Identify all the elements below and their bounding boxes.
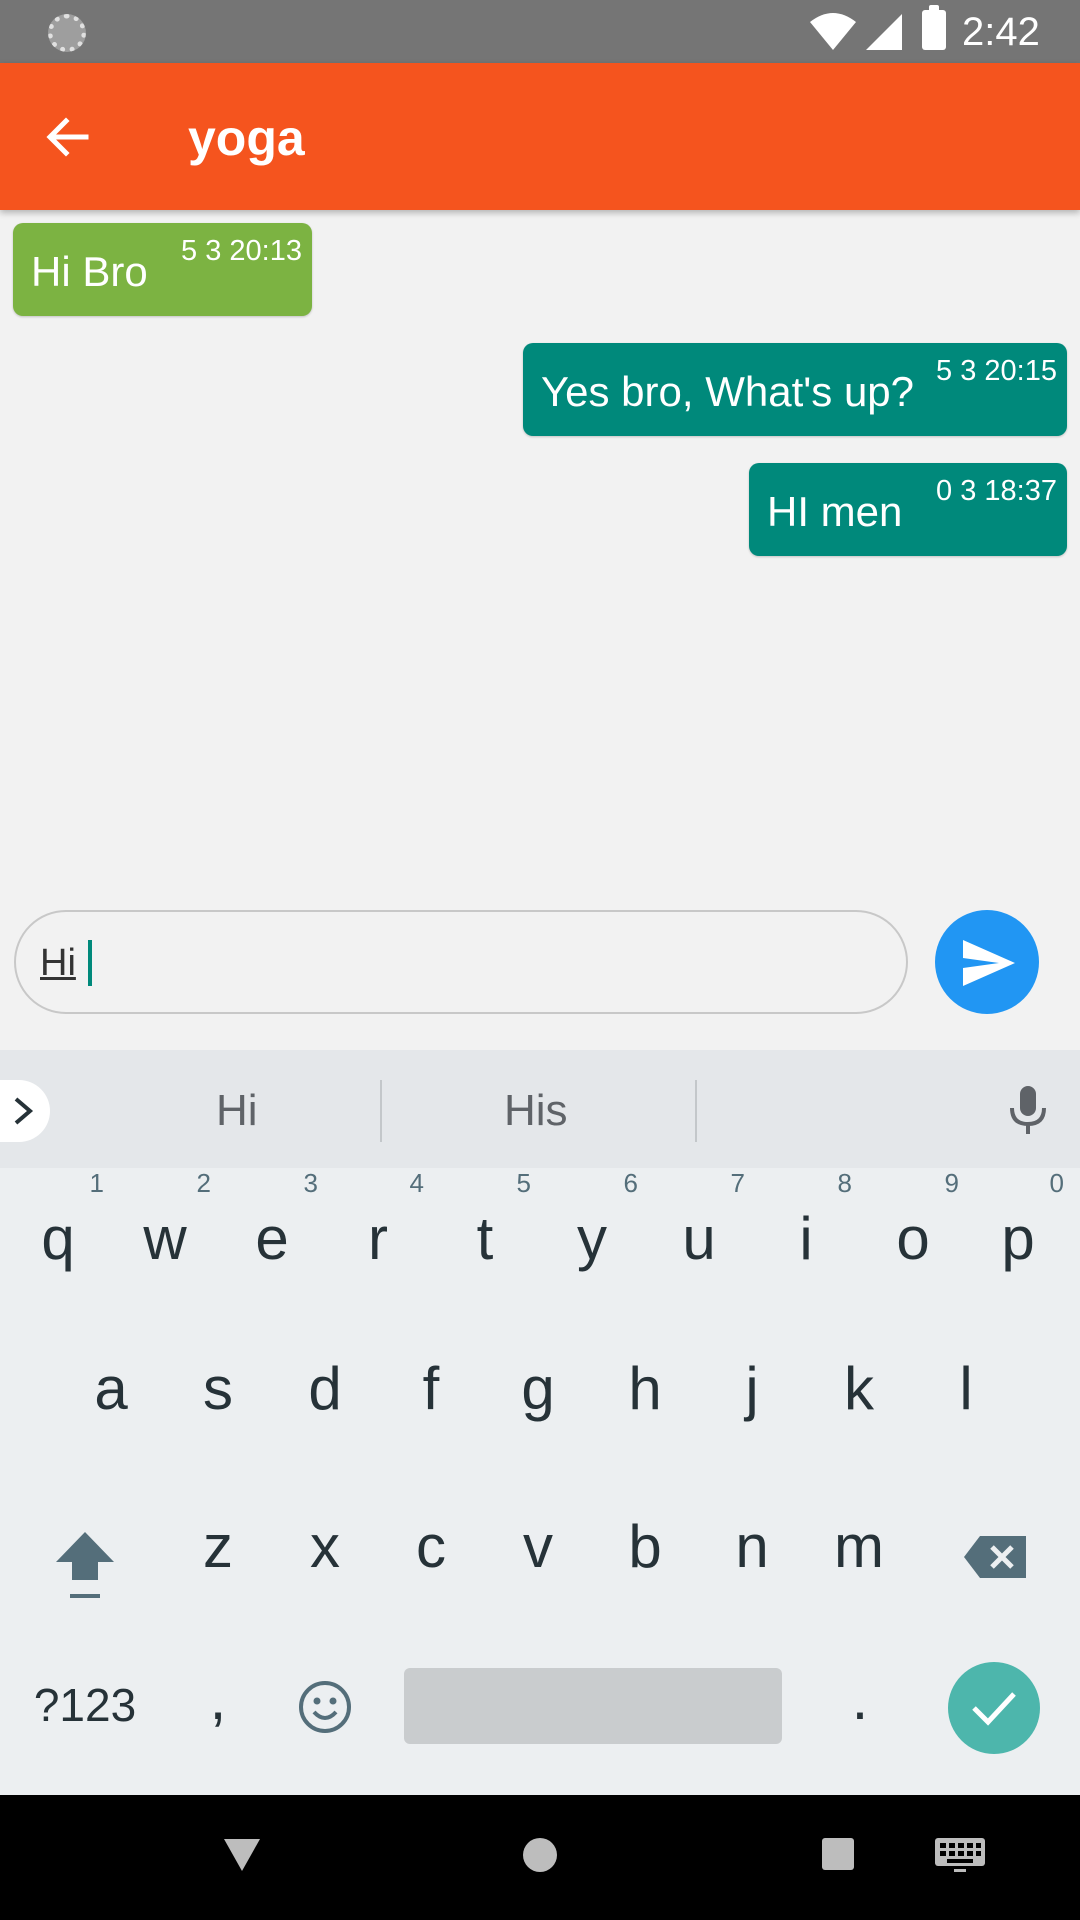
- key-e[interactable]: e3: [222, 1168, 322, 1273]
- emoji-icon[interactable]: [298, 1680, 352, 1734]
- symbols-key[interactable]: ?123: [30, 1678, 140, 1732]
- soft-keyboard: Hi His q1 w2 e3 r4 t5 y6 u7 i8 o9 p0 a s…: [0, 1050, 1080, 1795]
- key-y[interactable]: y6: [542, 1168, 642, 1273]
- shift-icon[interactable]: [52, 1528, 118, 1604]
- text-caret: [88, 940, 92, 986]
- microphone-icon[interactable]: [1006, 1084, 1050, 1136]
- suggestion-divider: [380, 1080, 382, 1142]
- key-g[interactable]: g: [488, 1354, 588, 1423]
- key-w[interactable]: w2: [115, 1168, 215, 1273]
- key-v[interactable]: v: [488, 1512, 588, 1581]
- key-b[interactable]: b: [595, 1512, 695, 1581]
- key-d[interactable]: d: [275, 1354, 375, 1423]
- back-arrow-icon[interactable]: [38, 107, 98, 167]
- message-text: Yes bro, What's up?: [541, 368, 915, 415]
- suggestion-item[interactable]: Hi: [216, 1086, 258, 1136]
- expand-toolbar-button[interactable]: [0, 1080, 50, 1142]
- key-r[interactable]: r4: [328, 1168, 428, 1273]
- space-bar[interactable]: [404, 1668, 782, 1744]
- message-text: Hi Bro: [31, 248, 148, 295]
- chat-title: yoga: [188, 110, 305, 166]
- key-a[interactable]: a: [61, 1354, 161, 1423]
- message-list: Hi Bro 5 3 20:13 Yes bro, What's up? 5 3…: [0, 210, 1080, 900]
- battery-icon: [922, 5, 946, 50]
- enter-button[interactable]: [948, 1662, 1040, 1754]
- message-bubble[interactable]: Yes bro, What's up? 5 3 20:15: [523, 343, 1067, 436]
- wifi-icon: [810, 13, 856, 50]
- message-bubble[interactable]: Hi Bro 5 3 20:13: [13, 223, 312, 316]
- recents-square-icon[interactable]: [821, 1837, 855, 1871]
- navigation-bar: [0, 1795, 1080, 1920]
- message-time: 5 3 20:13: [181, 235, 302, 267]
- back-triangle-icon[interactable]: [222, 1837, 262, 1873]
- key-x[interactable]: x: [275, 1512, 375, 1581]
- chevron-right-icon: [14, 1097, 34, 1125]
- backspace-icon[interactable]: [962, 1534, 1028, 1580]
- key-h[interactable]: h: [595, 1354, 695, 1423]
- message-input-value: Hi: [40, 942, 76, 984]
- key-i[interactable]: i8: [756, 1168, 856, 1273]
- composer: Hi: [0, 900, 1080, 1050]
- key-period[interactable]: .: [810, 1664, 910, 1733]
- key-s[interactable]: s: [168, 1354, 268, 1423]
- status-bar: 2:42: [0, 0, 1080, 63]
- suggestion-strip: Hi His: [0, 1050, 1080, 1168]
- key-z[interactable]: z: [168, 1512, 268, 1581]
- checkmark-icon: [972, 1692, 1016, 1726]
- sync-icon: [48, 14, 86, 52]
- key-comma[interactable]: ,: [168, 1664, 268, 1733]
- key-f[interactable]: f: [381, 1354, 481, 1423]
- home-circle-icon[interactable]: [522, 1837, 558, 1873]
- status-time: 2:42: [962, 10, 1040, 54]
- message-input[interactable]: Hi: [14, 910, 908, 1014]
- key-n[interactable]: n: [702, 1512, 802, 1581]
- suggestion-divider: [695, 1080, 697, 1142]
- key-p[interactable]: p0: [968, 1168, 1068, 1273]
- message-time: 5 3 20:15: [936, 355, 1057, 387]
- app-bar: yoga: [0, 63, 1080, 210]
- key-j[interactable]: j: [702, 1354, 802, 1423]
- key-u[interactable]: u7: [649, 1168, 749, 1273]
- suggestion-item[interactable]: His: [504, 1086, 568, 1136]
- key-c[interactable]: c: [381, 1512, 481, 1581]
- key-k[interactable]: k: [809, 1354, 909, 1423]
- signal-icon: [866, 14, 902, 50]
- send-button[interactable]: [935, 910, 1039, 1014]
- message-bubble[interactable]: HI men 0 3 18:37: [749, 463, 1067, 556]
- key-m[interactable]: m: [809, 1512, 909, 1581]
- message-time: 0 3 18:37: [936, 475, 1057, 507]
- send-icon: [963, 940, 1015, 986]
- key-q[interactable]: q1: [8, 1168, 108, 1273]
- message-text: HI men: [767, 488, 903, 535]
- key-o[interactable]: o9: [863, 1168, 963, 1273]
- keyboard-switch-icon[interactable]: [934, 1837, 986, 1873]
- key-l[interactable]: l: [916, 1354, 1016, 1423]
- key-t[interactable]: t5: [435, 1168, 535, 1273]
